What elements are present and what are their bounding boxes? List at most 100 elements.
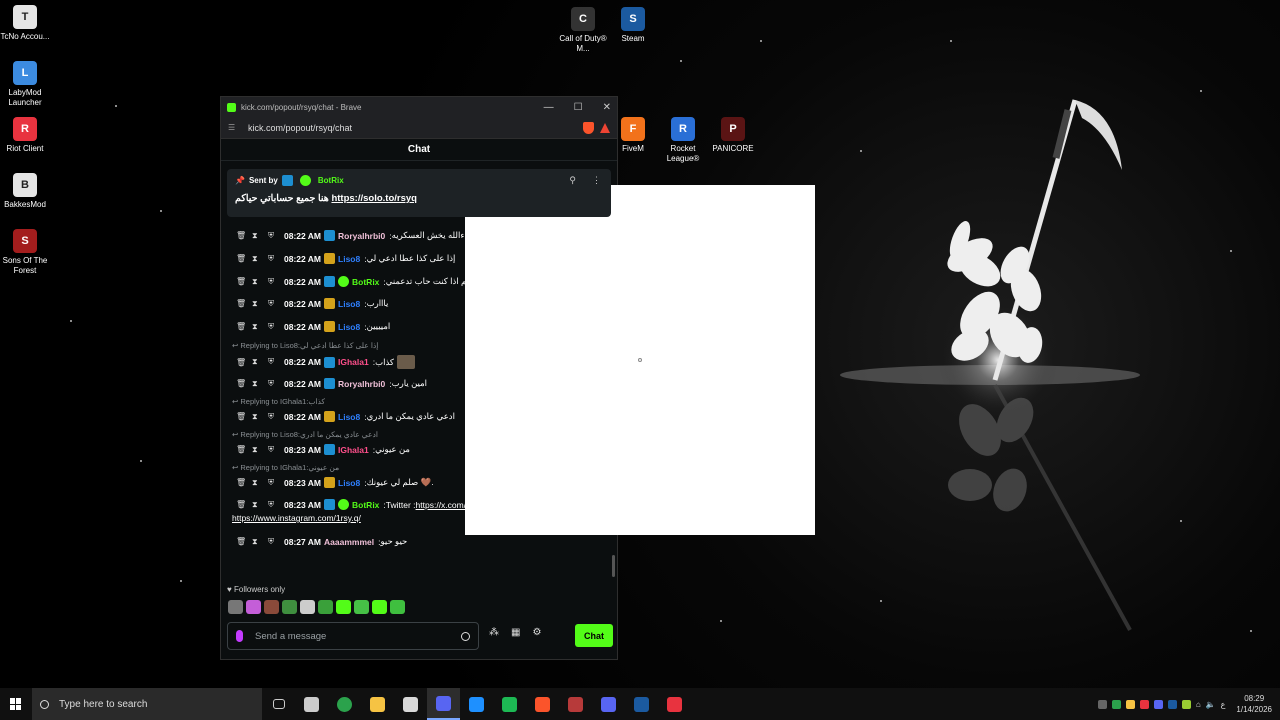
message-username[interactable]: Liso8 — [338, 322, 360, 332]
ban-shield-icon[interactable]: ⛨ — [268, 322, 284, 332]
timeout-icon[interactable]: ⧗ — [252, 412, 268, 422]
quick-emote[interactable] — [246, 600, 261, 614]
taskbar-app-button[interactable] — [559, 688, 592, 720]
desktop-shortcut[interactable]: B BakkesMod — [0, 173, 53, 210]
emote-picker-icon[interactable]: ⁂ — [489, 627, 499, 638]
more-options-icon[interactable]: ⋮ — [592, 175, 601, 186]
desktop-shortcut[interactable]: C Call of Duty® M... — [555, 7, 611, 54]
taskbar-app-button[interactable] — [295, 688, 328, 720]
desktop-shortcut[interactable]: L LabyMod Launcher — [0, 61, 53, 108]
delete-icon[interactable]: 🗑 — [236, 231, 252, 240]
ban-shield-icon[interactable]: ⛨ — [268, 357, 284, 367]
settings-gear-icon[interactable]: ⚙ — [532, 627, 541, 638]
delete-icon[interactable]: 🗑 — [236, 254, 252, 263]
emoji-icon[interactable] — [461, 631, 470, 641]
taskbar-app-button[interactable] — [526, 688, 559, 720]
ban-shield-icon[interactable]: ⛨ — [268, 379, 284, 389]
desktop-shortcut[interactable]: T TcNo Accou... — [0, 5, 53, 42]
quick-emote[interactable] — [390, 600, 405, 614]
timeout-icon[interactable]: ⧗ — [252, 254, 268, 264]
message-username[interactable]: BotRix — [352, 500, 379, 510]
chat-send-button[interactable]: Chat — [575, 624, 613, 647]
timeout-icon[interactable]: ⧗ — [252, 231, 268, 241]
start-button[interactable] — [0, 688, 32, 720]
tray-app-icon[interactable] — [1111, 699, 1121, 709]
taskbar-app-button[interactable] — [625, 688, 658, 720]
reply-context[interactable]: ↩ Replying to IGhala1:كذاب — [232, 397, 325, 406]
unpin-icon[interactable]: ⚲ — [569, 175, 576, 186]
desktop-shortcut[interactable]: P PANICORE — [705, 117, 761, 154]
taskbar-search-box[interactable]: Type here to search — [32, 688, 262, 720]
delete-icon[interactable]: 🗑 — [236, 277, 252, 286]
timeout-icon[interactable]: ⧗ — [252, 500, 268, 510]
taskbar-app-button[interactable] — [394, 688, 427, 720]
tray-app-icon[interactable] — [1153, 699, 1163, 709]
taskbar-app-button[interactable] — [493, 688, 526, 720]
message-username[interactable]: Liso8 — [338, 254, 360, 264]
quick-emote[interactable] — [318, 600, 333, 614]
message-username[interactable]: BotRix — [352, 277, 379, 287]
reply-context[interactable]: ↩ Replying to Liso8:ادعي عادي يمكن ما اد… — [232, 430, 378, 439]
tray-app-icon[interactable] — [1125, 699, 1135, 709]
close-icon[interactable]: ✕ — [603, 102, 611, 113]
desktop-shortcut[interactable]: S Steam — [605, 7, 661, 44]
message-username[interactable]: Roryalhrbi0 — [338, 231, 385, 241]
desktop-shortcut[interactable]: R Rocket League® — [655, 117, 711, 164]
taskbar-app-button[interactable] — [328, 688, 361, 720]
quick-emote[interactable] — [282, 600, 297, 614]
delete-icon[interactable]: 🗑 — [236, 322, 252, 331]
timeout-icon[interactable]: ⧗ — [252, 445, 268, 455]
tray-app-icon[interactable] — [1097, 699, 1107, 709]
window-titlebar[interactable]: kick.com/popout/rsyq/chat - Brave — ☐ ✕ — [221, 97, 617, 117]
message-link[interactable]: https://www.instagram.com/1rsy.q/ — [232, 513, 361, 523]
ban-shield-icon[interactable]: ⛨ — [268, 231, 284, 241]
taskbar-app-button[interactable] — [427, 688, 460, 720]
network-icon[interactable]: ⌂ — [1196, 700, 1201, 709]
task-view-button[interactable] — [262, 688, 295, 720]
language-indicator[interactable]: ع — [1221, 700, 1226, 709]
address-bar[interactable]: ☰ kick.com/popout/rsyq/chat — [221, 117, 617, 139]
ban-shield-icon[interactable]: ⛨ — [268, 478, 284, 488]
timeout-icon[interactable]: ⧗ — [252, 537, 268, 547]
ban-shield-icon[interactable]: ⛨ — [268, 500, 284, 510]
chat-scrollbar[interactable] — [612, 555, 615, 577]
chat-input-box[interactable] — [227, 622, 479, 650]
quick-emote[interactable] — [264, 600, 279, 614]
brave-shields-icon[interactable] — [583, 121, 594, 134]
tray-app-icon[interactable] — [1181, 699, 1191, 709]
message-username[interactable]: Liso8 — [338, 478, 360, 488]
delete-icon[interactable]: 🗑 — [236, 379, 252, 388]
maximize-icon[interactable]: ☐ — [574, 102, 583, 113]
message-username[interactable]: Aaaammmel — [324, 537, 374, 547]
quick-emote[interactable] — [372, 600, 387, 614]
delete-icon[interactable]: 🗑 — [236, 358, 252, 367]
chat-message-input[interactable] — [255, 630, 445, 642]
delete-icon[interactable]: 🗑 — [236, 537, 252, 546]
timeout-icon[interactable]: ⧗ — [252, 322, 268, 332]
ban-shield-icon[interactable]: ⛨ — [268, 445, 284, 455]
message-username[interactable]: Liso8 — [338, 299, 360, 309]
delete-icon[interactable]: 🗑 — [236, 445, 252, 454]
message-username[interactable]: IGhala1 — [338, 357, 369, 367]
reply-context[interactable]: ↩ Replying to IGhala1:من عيوني — [232, 463, 339, 472]
timeout-icon[interactable]: ⧗ — [252, 478, 268, 488]
taskbar-app-button[interactable] — [592, 688, 625, 720]
quick-emote[interactable] — [354, 600, 369, 614]
site-settings-icon[interactable]: ☰ — [228, 123, 240, 132]
tray-app-icon[interactable] — [1139, 699, 1149, 709]
message-username[interactable]: Liso8 — [338, 412, 360, 422]
ban-shield-icon[interactable]: ⛨ — [268, 254, 284, 264]
delete-icon[interactable]: 🗑 — [236, 500, 252, 509]
desktop-shortcut[interactable]: R Riot Client — [0, 117, 53, 154]
minimize-icon[interactable]: — — [544, 102, 554, 113]
brave-rewards-icon[interactable] — [600, 122, 610, 133]
delete-icon[interactable]: 🗑 — [236, 299, 252, 308]
delete-icon[interactable]: 🗑 — [236, 478, 252, 487]
timeout-icon[interactable]: ⧗ — [252, 379, 268, 389]
quick-emote[interactable] — [300, 600, 315, 614]
desktop-shortcut[interactable]: S Sons Of The Forest — [0, 229, 53, 276]
reply-context[interactable]: ↩ Replying to Liso8:إذا على كذا عطا ادعي… — [232, 341, 378, 350]
taskbar-app-button[interactable] — [658, 688, 691, 720]
delete-icon[interactable]: 🗑 — [236, 412, 252, 421]
message-username[interactable]: Roryalhrbi0 — [338, 379, 385, 389]
